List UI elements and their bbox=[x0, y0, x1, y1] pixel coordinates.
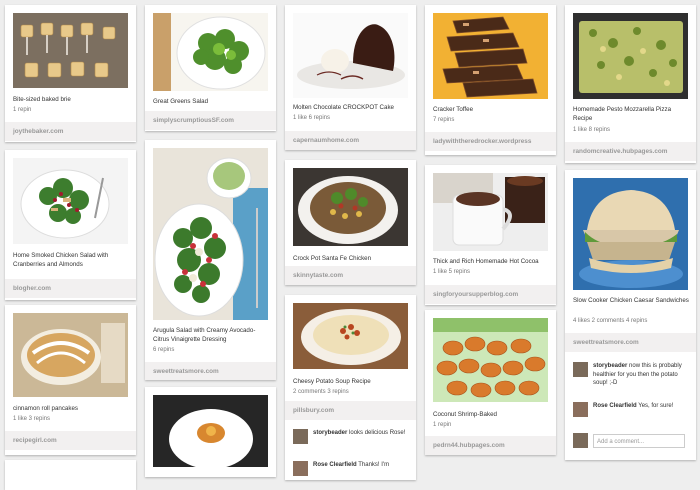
pin-stats: 7 repins bbox=[433, 117, 455, 123]
pin-title: Homemade Pesto Mozzarella Pizza Recipe bbox=[573, 106, 672, 122]
pin-card[interactable]: Arugula Salad with Creamy Avocado-Citrus… bbox=[145, 140, 276, 380]
pin-source-link[interactable]: blogher.com bbox=[5, 279, 136, 298]
pin-source-link[interactable]: pillsbury.com bbox=[285, 401, 416, 420]
pin-image[interactable] bbox=[433, 13, 548, 99]
pin-source-link[interactable]: randomcreative.hubpages.com bbox=[565, 142, 696, 161]
pin-stats: 1 repin bbox=[433, 422, 452, 428]
pin-card[interactable]: Cracker Toffee 7 repins ladywiththeredro… bbox=[425, 5, 556, 155]
pin-card[interactable]: Cheesy Potato Soup Recipe 2 comments 3 r… bbox=[285, 295, 416, 480]
comment-user[interactable]: storybeader bbox=[313, 430, 347, 436]
pin-stats: 2 comments 3 repins bbox=[293, 389, 349, 395]
comment-user[interactable]: storybeader bbox=[593, 363, 627, 369]
pin-stats: 6 repins bbox=[153, 347, 175, 353]
pin-title: Home Smoked Chicken Salad with Cranberri… bbox=[13, 252, 109, 268]
pin-image[interactable] bbox=[433, 318, 548, 402]
pin-image[interactable] bbox=[13, 313, 128, 397]
pin-stats: 1 like 3 repins bbox=[13, 416, 51, 422]
pin-card[interactable]: cinnamon roll pancakes 1 like 3 repins r… bbox=[5, 305, 136, 455]
pin-card[interactable]: Homemade Pesto Mozzarella Pizza Recipe 1… bbox=[565, 5, 696, 163]
pin-title: Arugula Salad with Creamy Avocado-Citrus… bbox=[153, 327, 256, 343]
pin-stats: 1 like 8 repins bbox=[573, 127, 611, 133]
user-avatar[interactable] bbox=[293, 461, 308, 476]
pin-title: Molten Chocolate CROCKPOT Cake bbox=[293, 104, 394, 111]
pin-card[interactable]: Great Greens Salad simplyscrumptiousSF.c… bbox=[145, 5, 276, 131]
pin-stats: 1 repin bbox=[13, 107, 32, 113]
pin-title: Slow Cooker Chicken Caesar Sandwiches bbox=[573, 297, 689, 304]
pin-card[interactable]: Bite-sized baked brie 1 repin joythebake… bbox=[5, 5, 136, 142]
pin-image[interactable] bbox=[573, 178, 688, 290]
pin-title: Crock Pot Santa Fe Chicken bbox=[293, 255, 372, 262]
pin-source-link[interactable]: skinnytaste.com bbox=[285, 266, 416, 285]
pin-card[interactable]: Molten Chocolate CROCKPOT Cake 1 like 6 … bbox=[285, 5, 416, 150]
pin-source-link[interactable]: capernaumhome.com bbox=[285, 131, 416, 150]
pin-title: Great Greens Salad bbox=[153, 98, 209, 105]
pin-title: cinnamon roll pancakes bbox=[13, 405, 79, 412]
comment-user[interactable]: Rose Clearfield bbox=[593, 403, 637, 409]
user-avatar[interactable] bbox=[573, 362, 588, 377]
pin-image[interactable] bbox=[573, 13, 688, 99]
pin-source-link[interactable]: simplyscrumptiousSF.com bbox=[145, 111, 276, 130]
pin-title: Coconut Shrimp-Baked bbox=[433, 411, 497, 418]
pin-card[interactable]: Coconut Shrimp-Baked 1 repin pedrn44.hub… bbox=[425, 310, 556, 455]
pin-card[interactable]: Thick and Rich Homemade Hot Cocoa 1 like… bbox=[425, 165, 556, 305]
user-avatar[interactable] bbox=[293, 429, 308, 444]
pin-card[interactable] bbox=[5, 460, 136, 490]
pin-stats: 1 like 6 repins bbox=[293, 115, 331, 121]
pin-image[interactable] bbox=[153, 13, 268, 91]
pin-image[interactable] bbox=[433, 173, 548, 251]
pin-source-link[interactable]: pedrn44.hubpages.com bbox=[425, 436, 556, 455]
pin-source-link[interactable]: sweettreatsmore.com bbox=[565, 333, 696, 352]
pin-card[interactable]: Home Smoked Chicken Salad with Cranberri… bbox=[5, 150, 136, 300]
pin-source-link[interactable]: sweettreatsmore.com bbox=[145, 362, 276, 380]
pin-image[interactable] bbox=[13, 158, 128, 244]
pin-title: Bite-sized baked brie bbox=[13, 96, 71, 103]
pin-card[interactable]: Crock Pot Santa Fe Chicken skinnytaste.c… bbox=[285, 160, 416, 285]
pin-image[interactable] bbox=[293, 168, 408, 246]
pin-image[interactable] bbox=[153, 395, 268, 467]
add-comment-input[interactable]: Add a comment... bbox=[593, 434, 685, 448]
comment-text: Yes, for sure! bbox=[636, 403, 674, 409]
pin-source-link[interactable]: recipegirl.com bbox=[5, 431, 136, 450]
pin-title: Cheesy Potato Soup Recipe bbox=[293, 378, 371, 385]
pin-card[interactable]: Slow Cooker Chicken Caesar Sandwiches 4 … bbox=[565, 170, 696, 460]
pin-image[interactable] bbox=[153, 148, 268, 320]
pin-source-link[interactable]: singforyoursupperblog.com bbox=[425, 285, 556, 304]
user-avatar[interactable] bbox=[573, 402, 588, 417]
pin-title: Thick and Rich Homemade Hot Cocoa bbox=[433, 258, 539, 265]
pin-image[interactable] bbox=[293, 13, 408, 98]
pin-image[interactable] bbox=[13, 13, 128, 88]
comment-text: looks delicious Rose! bbox=[347, 430, 406, 436]
pin-card[interactable] bbox=[145, 387, 276, 477]
pin-source-link[interactable]: joythebaker.com bbox=[5, 122, 136, 141]
user-avatar bbox=[573, 433, 588, 448]
pin-source-link[interactable]: ladywiththeredrocker.wordpress bbox=[425, 132, 556, 151]
pin-image[interactable] bbox=[293, 303, 408, 369]
pin-stats: 1 like 5 repins bbox=[433, 269, 471, 275]
pin-stats: 4 likes 2 comments 4 repins bbox=[573, 318, 648, 324]
pin-title: Cracker Toffee bbox=[433, 106, 474, 113]
